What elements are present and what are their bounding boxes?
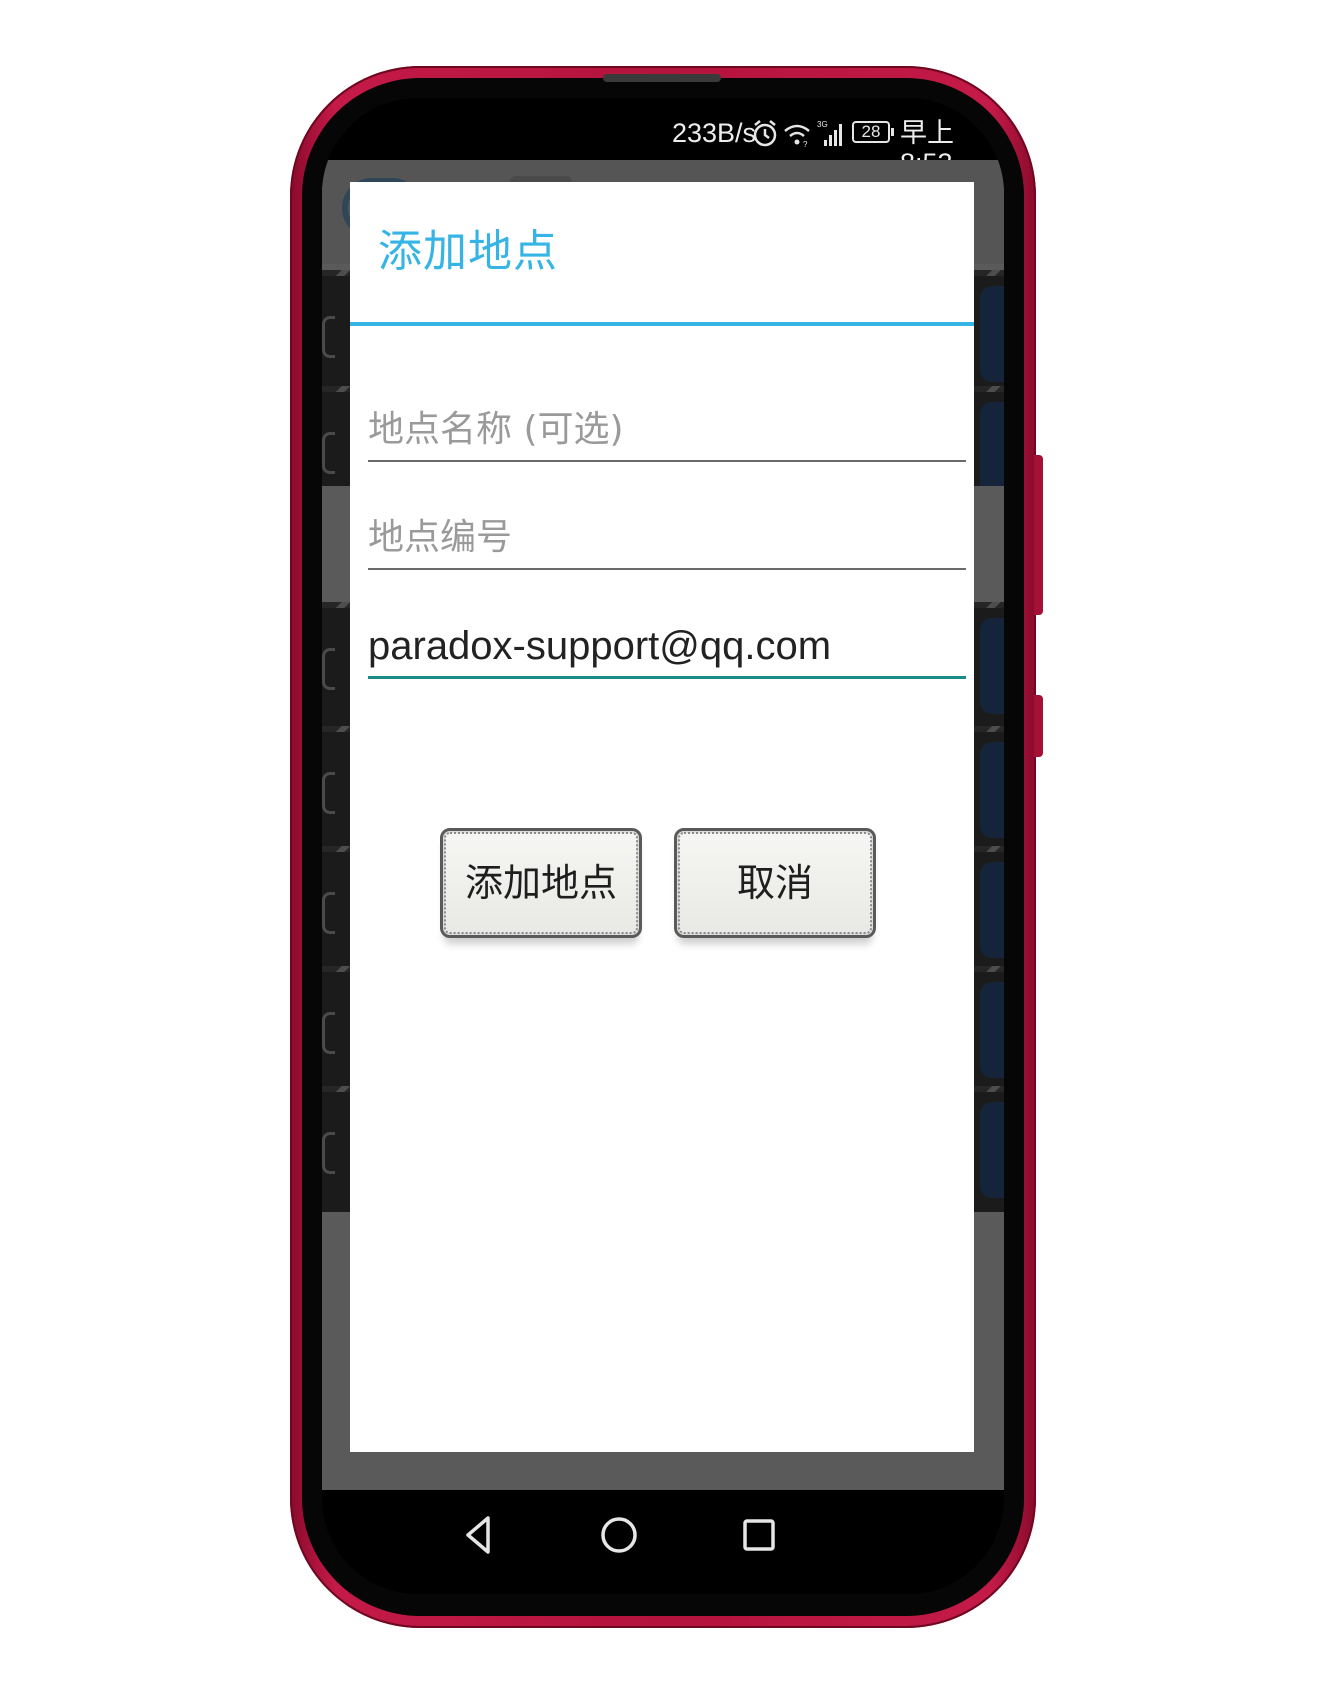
- network-speed: 233B/s: [672, 118, 757, 148]
- status-bar: 233B/s ? 3G 28 早上8:53: [322, 98, 1004, 178]
- email-input[interactable]: paradox-support@qq.com: [368, 616, 966, 679]
- wifi-icon: ?: [784, 124, 810, 148]
- back-triangle-icon[interactable]: [454, 1510, 504, 1560]
- recent-apps-square-icon[interactable]: [734, 1510, 784, 1560]
- cancel-button[interactable]: 取消: [674, 828, 876, 938]
- volume-button: [1034, 455, 1043, 615]
- add-site-button[interactable]: 添加地点: [440, 828, 642, 938]
- power-button: [1034, 695, 1043, 757]
- site-number-input[interactable]: 地点编号: [368, 508, 966, 570]
- email-value: paradox-support@qq.com: [368, 624, 832, 668]
- title-divider: [350, 322, 974, 326]
- home-circle-icon[interactable]: [594, 1510, 644, 1560]
- cell-signal-icon: 3G: [817, 120, 842, 146]
- site-number-placeholder: 地点编号: [368, 517, 513, 558]
- add-site-dialog: 添加地点 地点名称 (可选) 地点编号 paradox-support@qq.c…: [350, 182, 974, 1452]
- svg-text:3G: 3G: [817, 120, 828, 129]
- svg-text:?: ?: [803, 140, 808, 148]
- alarm-icon: [753, 120, 777, 147]
- site-name-placeholder: 地点名称 (可选): [368, 409, 624, 450]
- navigation-bar: [322, 1490, 1004, 1594]
- battery-icon: 28: [852, 121, 894, 143]
- dialog-title: 添加地点: [378, 226, 558, 277]
- phone-screen: 233B/s ? 3G 28 早上8:53: [322, 98, 1004, 1594]
- stage: 233B/s ? 3G 28 早上8:53: [0, 0, 1317, 1690]
- site-name-input[interactable]: 地点名称 (可选): [368, 400, 966, 462]
- earpiece: [603, 74, 721, 82]
